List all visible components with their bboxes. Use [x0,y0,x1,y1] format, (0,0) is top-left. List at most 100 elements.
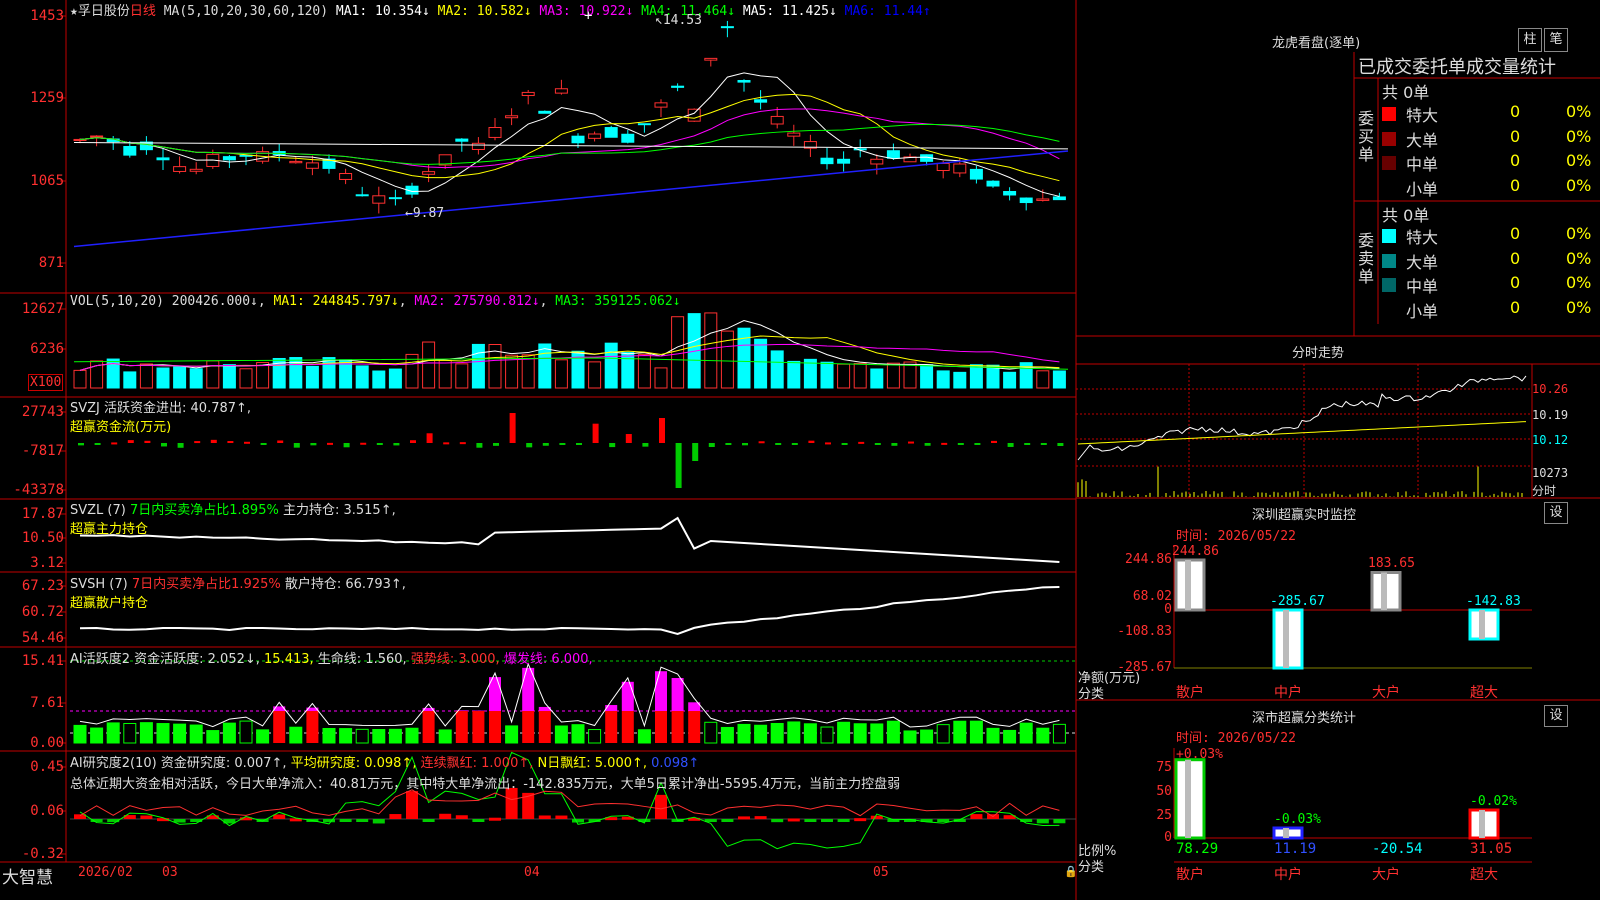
ai-active-tick-1: 7.61 [30,695,64,711]
volume-bar [1052,370,1066,389]
monitor-category-1: 中户 [1274,685,1302,701]
candle-body [936,162,950,172]
order-count: 0 [1510,126,1521,146]
lock-icon[interactable]: 🔒 [1064,865,1078,878]
order-count: 0 [1510,224,1521,243]
order-count: 0 [1510,273,1521,292]
order-row: 中单 0 0% [1380,273,1600,297]
volume-bar [372,370,386,389]
research-bar [754,816,767,820]
sz-category-settings-button[interactable]: 设 [1544,705,1568,727]
activity-bar [156,723,170,744]
activity-bar [123,722,137,744]
volume-bar [986,364,1000,389]
ma-line-60 [73,141,1069,150]
sell-total: 共 0单 [1382,206,1430,225]
svzl-tick-2: 3.12 [30,555,64,571]
monitor-category-2: 大户 [1372,685,1400,701]
fund-flow-bar [924,443,931,446]
monitor-category-3: 超大 [1470,685,1498,701]
candle-body [305,162,319,169]
svsh-tick-0: 67.23 [21,578,64,594]
activity-bar-red [455,711,468,743]
candle-body [671,85,685,88]
order-pct: 0% [1566,175,1592,195]
volume-bar [837,363,851,389]
volume-bar [803,358,817,389]
tick-mode-button[interactable]: 笔 [1544,28,1568,52]
volume-bar [322,357,336,389]
candle-body [521,91,535,97]
candle-body [339,173,353,180]
ma-value-1: MA1: 10.354↓ [335,4,438,19]
research-bar [372,819,385,824]
research-bar [970,814,983,819]
activity-bar [920,729,934,744]
volume-bar [239,368,253,389]
ai-active-v3: 生命线: 1.560, [317,652,407,667]
monitor-tick-0: 244.86 [1125,552,1172,567]
fund-flow-bar [459,442,466,445]
favorite-star-icon[interactable]: ★ [70,4,78,19]
fund-flow-bar [161,443,167,447]
vol-ma1: MA1: 244845.797↓ [273,294,399,309]
research-bar [1053,819,1066,824]
ai-summary: 总体近期大资金相对活跃，今日大单净流入：40.81万元，其中特大单净流出：-14… [70,777,901,792]
category-label-2: 大户 [1372,867,1400,883]
candle-body [969,168,983,180]
candle-body [604,127,618,138]
sz-monitor-settings-button[interactable]: 设 [1544,502,1568,524]
fund-flow-bar [144,440,151,443]
volume-bar [754,338,768,389]
fund-flow-bar [177,443,184,448]
activity-bar [1003,729,1017,744]
fund-flow-bar [443,442,450,445]
volume-bar [1003,371,1017,389]
activity-bar [953,720,967,744]
stock-name[interactable]: 孚日股份 [78,4,130,19]
category-label-3: 超大 [1470,867,1498,883]
candle-body [1036,198,1050,201]
candle-body [471,142,485,150]
svzj-tick-0: 27743 [21,404,64,420]
candle-body [704,57,718,61]
research-bar [555,815,568,819]
order-row: 中单 0 0% [1380,151,1600,175]
vol-header: VOL(5,10,20) 200426.000↓, MA1: 244845.79… [70,294,681,309]
vol-label: VOL(5,10,20) [70,294,164,309]
candle-body [422,171,436,175]
category-bar-shade [1479,810,1485,838]
research-bar [572,819,584,823]
app-logo[interactable]: 大智慧 [2,863,53,888]
ma-line-10 [79,93,1060,182]
crosshair-icon[interactable]: + [584,8,592,24]
intraday-title: 分时走势 [1292,346,1345,361]
activity-bar [588,729,602,744]
volume-bar [355,365,369,389]
category-value-3: 31.05 [1470,841,1513,857]
category-change-1: -0.03% [1274,812,1321,827]
order-type: 中单 [1406,155,1439,174]
research-bar [455,815,468,819]
ai-research-v4: N日飘红: 5.000↑, [537,756,648,771]
monitor-bar-shade [1381,572,1387,610]
volume-bar [1036,370,1050,389]
activity-bar [803,723,817,744]
bar-mode-button[interactable]: 柱 [1518,28,1542,52]
ma-params: MA(5,10,20,30,60,120) [163,4,329,19]
activity-bar [1052,723,1066,744]
order-row: 小单 0 0% [1380,176,1600,200]
order-color-swatch [1382,302,1396,317]
fund-flow-bar [908,441,914,444]
price-tick-3: 871 [38,255,64,271]
vol-tick-1: 6236 [30,341,64,357]
volume-bar [737,327,751,389]
period-label[interactable]: 日线 [130,4,156,19]
activity-bar-red [621,711,634,743]
volume-bar [173,366,187,389]
fund-flow-bar [542,443,549,446]
activity-bar [339,728,353,744]
svzj-label: SVZJ 活跃资金进出: 40.787↑, [70,401,252,416]
research-bar [937,819,950,822]
order-row: 大单 0 0% [1380,127,1600,151]
